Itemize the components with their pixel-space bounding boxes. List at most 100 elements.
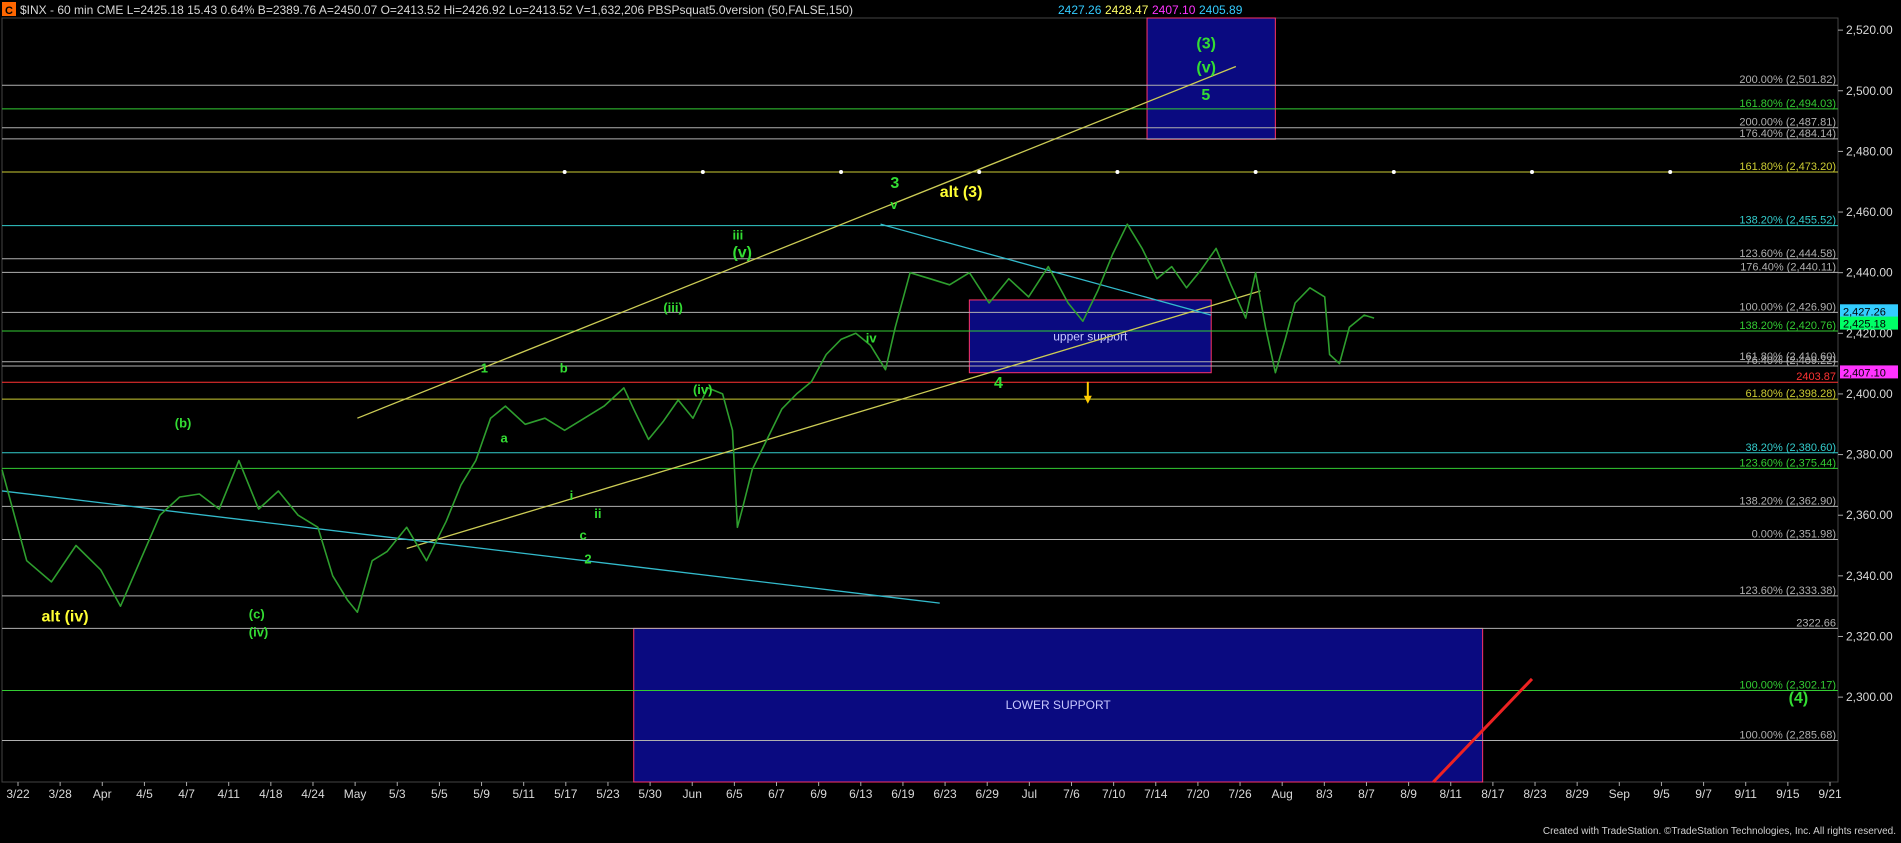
wave-label: b — [560, 361, 568, 376]
fib-level-label: 61.80% (2,398.28) — [1745, 388, 1836, 400]
x-tick-label: May — [344, 787, 367, 801]
x-tick-label: 6/13 — [849, 787, 873, 801]
projection-dot — [1668, 170, 1673, 175]
x-tick-label: 6/7 — [768, 787, 785, 801]
wave-label: (iii) — [663, 300, 683, 315]
symbol-icon-letter: C — [5, 5, 13, 17]
fib-level-label: 100.00% (2,285.68) — [1739, 730, 1836, 742]
wave-label: (v) — [1196, 60, 1216, 77]
x-tick-label: 9/5 — [1653, 787, 1670, 801]
x-tick-label: 9/15 — [1776, 787, 1800, 801]
x-tick-label: 8/7 — [1358, 787, 1375, 801]
fib-level-label: 2403.87 — [1796, 371, 1836, 383]
price-marker-label: 2,427.26 — [1843, 306, 1886, 318]
price-chart[interactable]: C $INX - 60 min CME L=2425.18 15.43 0.64… — [0, 0, 1901, 838]
projection-dot — [1530, 170, 1534, 175]
x-tick-label: 9/21 — [1818, 787, 1842, 801]
x-tick-label: 5/9 — [473, 787, 490, 801]
y-tick-label: 2,480.00 — [1846, 144, 1893, 158]
y-tick-label: 2,380.00 — [1846, 448, 1893, 462]
x-tick-label: 7/6 — [1063, 787, 1080, 801]
y-tick-label: 2,440.00 — [1846, 266, 1893, 280]
x-tick-label: 5/17 — [554, 787, 578, 801]
x-tick-label: 6/5 — [726, 787, 743, 801]
chart-window: C $INX - 60 min CME L=2425.18 15.43 0.64… — [0, 0, 1901, 838]
wave-label: 2 — [584, 552, 591, 567]
y-tick-label: 2,500.00 — [1846, 84, 1893, 98]
x-tick-label: 4/11 — [217, 787, 240, 801]
fib-level-label: 161.80% (2,473.20) — [1739, 161, 1836, 173]
fib-level-label: 123.60% (2,444.58) — [1739, 248, 1836, 260]
x-tick-label: 3/22 — [6, 787, 30, 801]
header-quote-text: $INX - 60 min CME L=2425.18 15.43 0.64% … — [20, 3, 853, 17]
x-tick-label: 4/7 — [178, 787, 195, 801]
x-tick-label: 4/5 — [136, 787, 153, 801]
projection-dot — [562, 170, 567, 175]
fib-level-label: 176.40% (2,440.11) — [1740, 261, 1836, 273]
x-tick-label: 7/26 — [1228, 787, 1252, 801]
fib-level-label: 123.60% (2,333.38) — [1739, 585, 1836, 597]
header-indicator-value: 2427.26 — [1058, 3, 1102, 17]
fib-level-label: 176.40% (2,484.14) — [1739, 128, 1836, 140]
wave-label: ii — [594, 506, 601, 521]
price-marker-label: 2,407.10 — [1843, 367, 1886, 379]
wave-label: a — [500, 430, 508, 445]
x-tick-label: Jun — [683, 787, 702, 801]
header-indicator-value: 2407.10 — [1152, 3, 1196, 17]
x-tick-label: 4/24 — [301, 787, 325, 801]
x-tick-label: 6/23 — [933, 787, 957, 801]
y-tick-label: 2,300.00 — [1846, 690, 1893, 704]
wave-label: (v) — [732, 245, 752, 262]
fib-level-label: 100.00% (2,426.90) — [1739, 301, 1836, 313]
x-tick-label: Apr — [93, 787, 112, 801]
x-tick-label: Jul — [1022, 787, 1037, 801]
x-tick-label: 8/9 — [1400, 787, 1417, 801]
y-tick-label: 2,460.00 — [1846, 205, 1893, 219]
x-tick-label: 5/5 — [431, 787, 448, 801]
x-tick-label: 7/10 — [1102, 787, 1126, 801]
price-marker-label: 2,425.18 — [1843, 319, 1886, 331]
y-tick-label: 2,320.00 — [1846, 629, 1893, 643]
fib-level-label: 138.20% (2,362.90) — [1739, 495, 1836, 507]
header-indicator-value: 2428.47 — [1105, 3, 1149, 17]
x-tick-label: 6/29 — [976, 787, 1000, 801]
header-indicator-value: 2405.89 — [1199, 3, 1243, 17]
fib-level-label: 138.20% (2,455.52) — [1739, 215, 1836, 227]
fib-level-label: 138.20% (2,420.76) — [1739, 320, 1836, 332]
fib-level-label: 161.80% (2,494.03) — [1739, 98, 1836, 110]
x-tick-label: 9/11 — [1734, 787, 1757, 801]
projection-dot — [700, 170, 705, 175]
wave-label: 5 — [1201, 87, 1210, 104]
wave-label: (4) — [1789, 690, 1809, 707]
x-tick-label: 8/23 — [1523, 787, 1547, 801]
projection-dot — [977, 170, 982, 175]
fib-level-label: 200.00% (2,501.82) — [1739, 74, 1836, 86]
y-tick-label: 2,520.00 — [1846, 23, 1893, 37]
projection-dot — [1391, 170, 1396, 175]
x-tick-label: 6/19 — [891, 787, 915, 801]
fib-level-label: 123.60% (2,375.44) — [1739, 457, 1836, 469]
x-tick-label: 5/11 — [512, 787, 535, 801]
fib-level-label: 0.00% (2,351.98) — [1752, 529, 1836, 541]
wave-label: (c) — [249, 606, 265, 621]
support-zone-label: LOWER SUPPORT — [1006, 698, 1112, 712]
fib-level-label: 38.20% (2,380.60) — [1745, 442, 1836, 454]
wave-label: 3 — [890, 175, 899, 192]
x-tick-label: 3/28 — [48, 787, 72, 801]
x-tick-label: 7/14 — [1144, 787, 1168, 801]
x-tick-label: Sep — [1609, 787, 1631, 801]
wave-label: 1 — [481, 361, 488, 376]
x-tick-label: 8/17 — [1481, 787, 1505, 801]
x-tick-label: 8/29 — [1565, 787, 1589, 801]
wave-label: alt (3) — [940, 184, 983, 201]
wave-label: alt (iv) — [41, 608, 88, 625]
wave-label: iii — [732, 227, 743, 242]
x-tick-label: 5/3 — [389, 787, 406, 801]
x-tick-label: 9/7 — [1695, 787, 1712, 801]
wave-label: 4 — [994, 375, 1003, 392]
y-tick-label: 2,340.00 — [1846, 569, 1893, 583]
wave-label: c — [579, 527, 586, 542]
wave-label: (iv) — [249, 624, 269, 639]
footer-credit: Created with TradeStation. ©TradeStation… — [1543, 826, 1896, 837]
wave-label: (iv) — [693, 382, 713, 397]
